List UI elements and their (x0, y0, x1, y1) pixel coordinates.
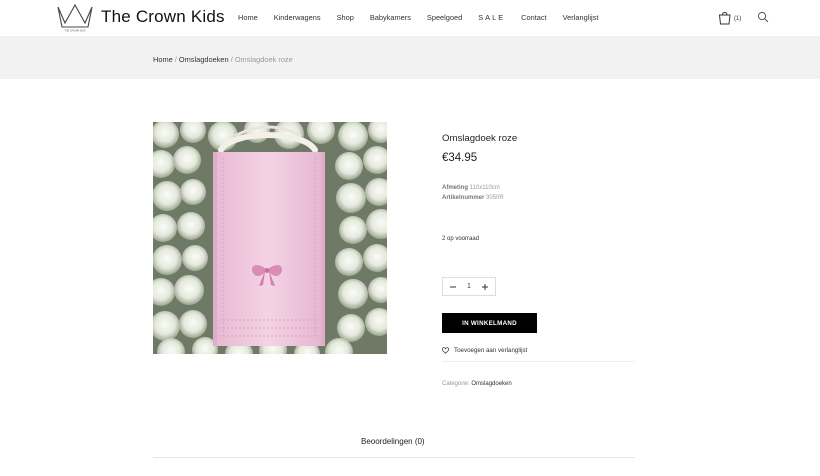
nav-verlanglijst[interactable]: Verlanglijst (563, 13, 599, 22)
nav-home[interactable]: Home (238, 13, 258, 22)
add-to-wishlist-link[interactable]: Toevoegen aan verlanglijst (442, 347, 527, 354)
plus-icon[interactable] (481, 283, 489, 291)
stock-status: 2 op voorraad (442, 236, 480, 242)
breadcrumb-home[interactable]: Home (153, 55, 173, 64)
add-to-cart-button[interactable]: IN WINKELMAND (442, 313, 537, 333)
meta-size-value: 110x110cm (469, 185, 500, 191)
quantity-stepper[interactable]: 1 (442, 277, 496, 296)
quantity-value[interactable]: 1 (467, 283, 471, 290)
main-nav: Home Kinderwagens Shop Babykamers Speelg… (238, 13, 614, 22)
nav-shop[interactable]: Shop (337, 13, 354, 22)
meta-size: Afmeting 110x110cm (442, 183, 504, 193)
meta-sku: Artikelnummer 3050R (442, 193, 504, 203)
breadcrumb-separator: / (174, 55, 177, 64)
product-meta: Afmeting 110x110cm Artikelnummer 3050R (442, 183, 504, 203)
divider (442, 361, 635, 362)
nav-kinderwagens[interactable]: Kinderwagens (274, 13, 321, 22)
meta-sku-label: Artikelnummer (442, 195, 485, 201)
heart-icon (442, 347, 449, 354)
meta-size-label: Afmeting (442, 185, 468, 191)
product-title: Omslagdoek roze (442, 133, 518, 144)
breadcrumb-bar (0, 36, 820, 79)
search-icon[interactable] (757, 11, 769, 23)
crown-icon[interactable]: THE CROWN KIDS (55, 3, 95, 33)
category-label: Categorie: (442, 381, 470, 387)
nav-sale[interactable]: SALE (478, 13, 505, 22)
product-price: €34.95 (442, 152, 478, 164)
minus-icon[interactable] (449, 283, 457, 291)
breadcrumb-separator: / (230, 55, 233, 64)
site-header: THE CROWN KIDS The Crown Kids Home Kinde… (0, 0, 820, 36)
cart-count[interactable]: (1) (734, 16, 741, 22)
breadcrumb-current: Omslagdoek roze (234, 55, 293, 64)
product-category: Categorie: Omslagdoeken (442, 381, 512, 387)
product-image[interactable] (153, 122, 387, 354)
category-link[interactable]: Omslagdoeken (471, 381, 511, 387)
svg-text:THE CROWN KIDS: THE CROWN KIDS (65, 30, 86, 33)
meta-sku-value: 3050R (486, 195, 504, 201)
breadcrumb-category[interactable]: Omslagdoeken (179, 55, 229, 64)
tabs-divider (153, 457, 635, 458)
nav-speelgoed[interactable]: Speelgoed (427, 13, 462, 22)
brand-name[interactable]: The Crown Kids (101, 7, 225, 27)
breadcrumb: Home / Omslagdoeken / Omslagdoek roze (153, 55, 293, 64)
nav-contact[interactable]: Contact (521, 13, 546, 22)
nav-babykamers[interactable]: Babykamers (370, 13, 411, 22)
tab-reviews[interactable]: Beoordelingen (0) (361, 437, 425, 446)
wishlist-label[interactable]: Toevoegen aan verlanglijst (454, 347, 527, 354)
